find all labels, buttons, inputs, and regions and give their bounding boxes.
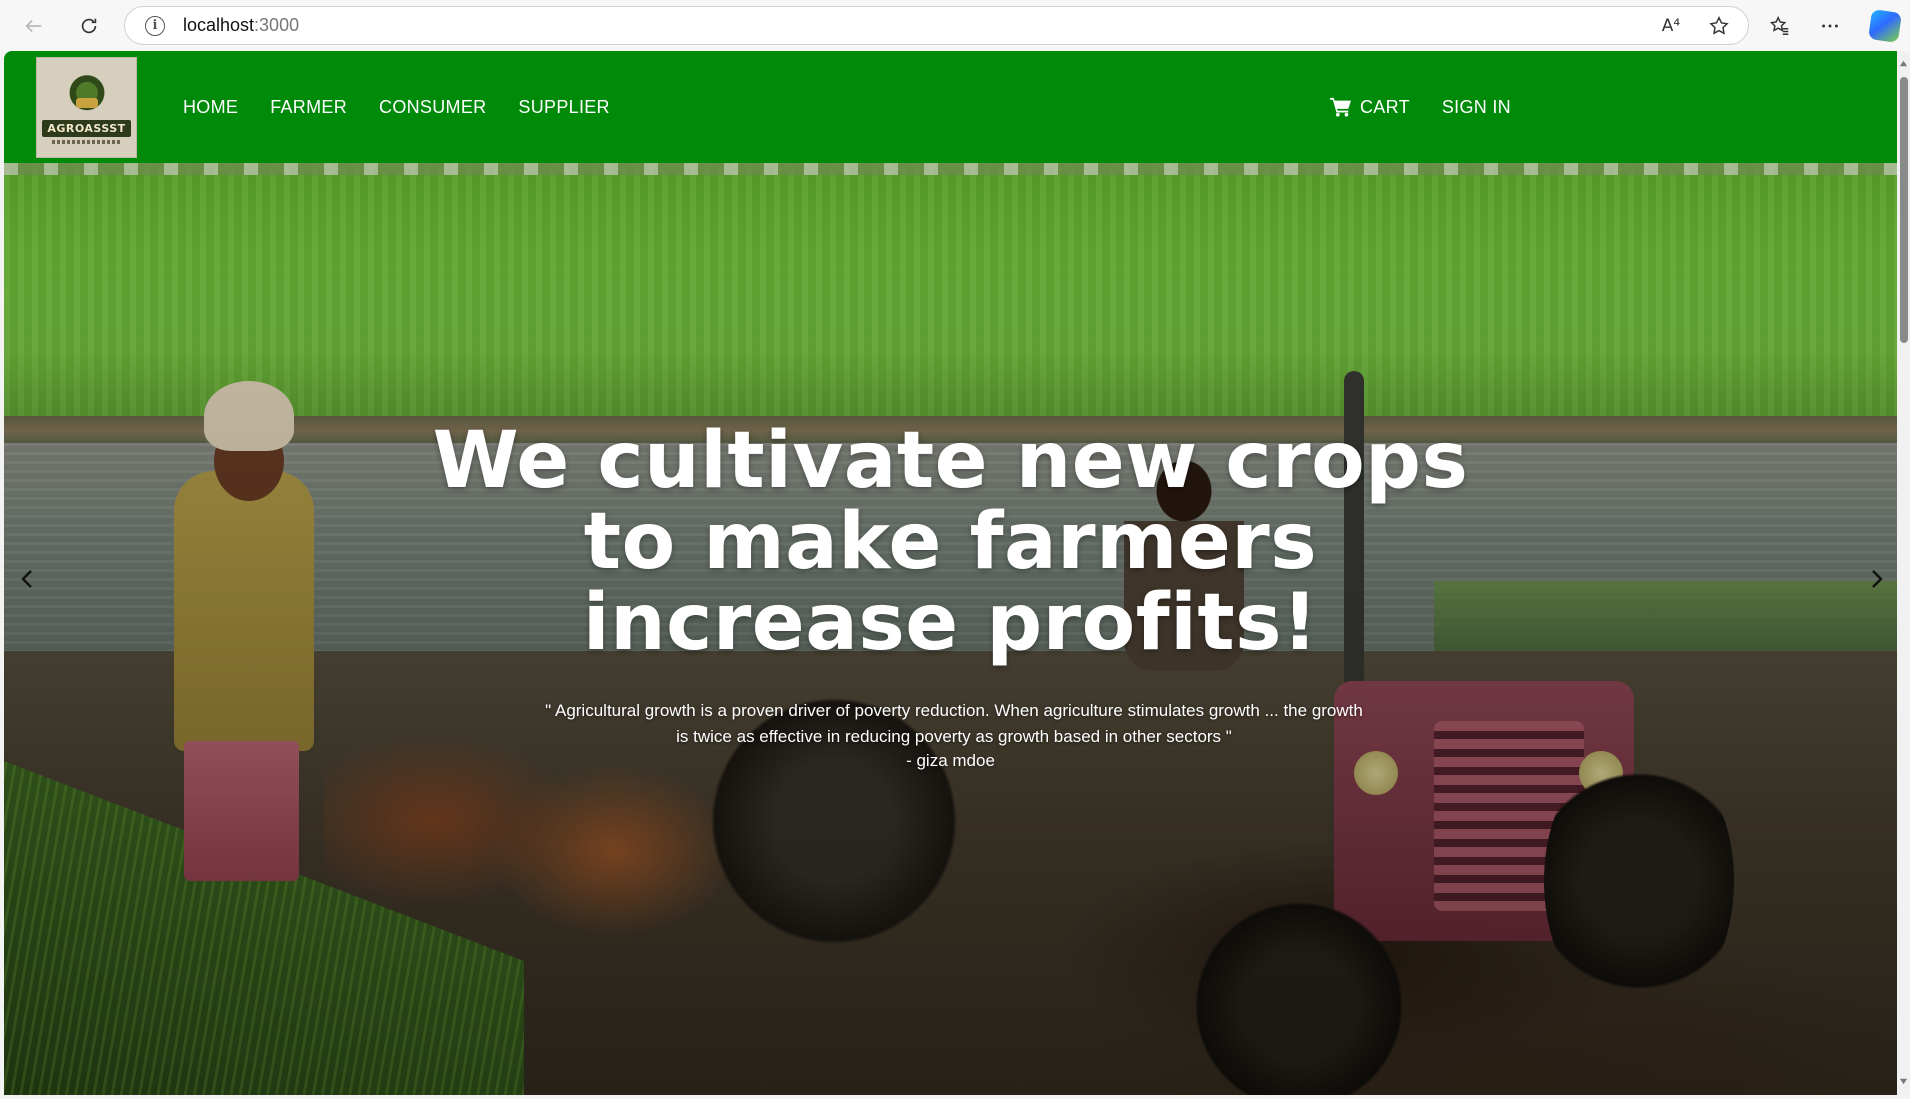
chevron-left-icon: [21, 570, 32, 588]
read-aloud-icon: A⁴: [1661, 15, 1681, 36]
favorites-icon: [1769, 16, 1789, 35]
site-navbar: AGROASSST HOME FARMER CONSUMER SUPPLIER …: [4, 51, 1897, 163]
cart-icon: [1330, 97, 1351, 117]
url-port: :3000: [254, 15, 300, 35]
reload-button[interactable]: [69, 6, 109, 46]
hero-title-line: increase profits!: [582, 578, 1319, 668]
nav-links: HOME FARMER CONSUMER SUPPLIER: [183, 51, 610, 163]
logo-text: AGROASSST: [42, 119, 131, 137]
hero-quote: " Agricultural growth is a proven driver…: [545, 701, 1363, 746]
read-aloud-button[interactable]: A⁴: [1658, 13, 1684, 39]
carousel-prev-button[interactable]: [12, 559, 42, 599]
add-favorite-button[interactable]: [1706, 13, 1732, 39]
more-button[interactable]: [1810, 6, 1850, 46]
page-viewport: We cultivate new crops to make farmers i…: [4, 51, 1897, 1095]
favorites-button[interactable]: [1760, 6, 1800, 46]
nav-link-home[interactable]: HOME: [183, 97, 238, 118]
tractor-emblem-icon: [61, 71, 112, 118]
sign-in-link[interactable]: SIGN IN: [1442, 97, 1511, 118]
hero-quote-author: - giza mdoe: [906, 751, 995, 770]
carousel-next-button[interactable]: [1862, 559, 1892, 599]
copilot-icon[interactable]: [1868, 9, 1902, 43]
nav-link-consumer[interactable]: CONSUMER: [379, 97, 486, 118]
hero-title-line: to make farmers: [583, 497, 1318, 587]
nav-link-farmer[interactable]: FARMER: [270, 97, 347, 118]
hero-title: We cultivate new crops to make farmers i…: [4, 421, 1897, 664]
nav-link-supplier[interactable]: SUPPLIER: [518, 97, 609, 118]
scroll-up-icon[interactable]: [1899, 59, 1908, 68]
cart-link[interactable]: CART: [1330, 97, 1410, 118]
back-button[interactable]: [14, 6, 54, 46]
info-icon[interactable]: i: [145, 15, 165, 36]
url-host: localhost: [183, 15, 255, 35]
page-scrollbar[interactable]: [1897, 51, 1910, 1095]
address-bar[interactable]: i localhost:3000 A⁴: [124, 6, 1749, 45]
hero-carousel: We cultivate new crops to make farmers i…: [4, 51, 1897, 1095]
chevron-right-icon: [1872, 570, 1883, 588]
scroll-thumb[interactable]: [1900, 77, 1908, 343]
scroll-down-icon[interactable]: [1899, 1077, 1908, 1086]
cart-label: CART: [1360, 96, 1410, 117]
more-icon: [1822, 24, 1838, 28]
hero-title-line: We cultivate new crops: [432, 416, 1469, 506]
arrow-left-icon: [25, 19, 42, 33]
site-logo[interactable]: AGROASSST: [36, 57, 137, 158]
star-icon: [1709, 15, 1729, 35]
browser-toolbar: i localhost:3000 A⁴: [0, 0, 1910, 51]
reload-icon: [81, 18, 97, 34]
nav-right: CART SIGN IN: [1330, 51, 1511, 163]
